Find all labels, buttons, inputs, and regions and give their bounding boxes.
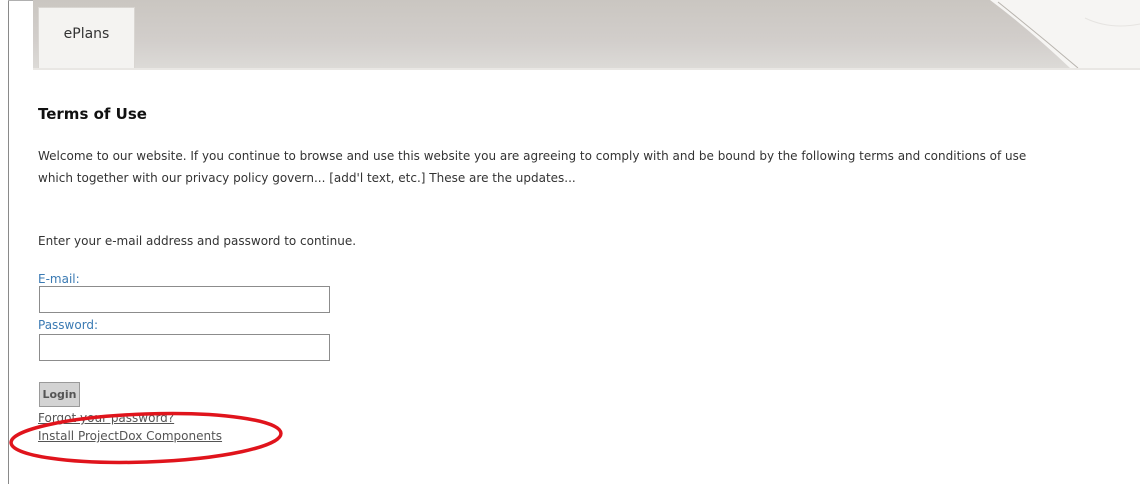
header-bottom-edge	[33, 68, 1140, 70]
login-instructions: Enter your e-mail address and password t…	[38, 234, 357, 248]
terms-intro-text: Welcome to our website. If you continue …	[38, 145, 1138, 189]
page-title: Terms of Use	[38, 105, 147, 123]
install-projectdox-components-link[interactable]: Install ProjectDox Components	[38, 429, 222, 443]
header-banner	[33, 0, 1140, 68]
email-label: E-mail:	[38, 272, 80, 286]
header-swoosh-decoration	[990, 0, 1140, 68]
page-frame-left-border	[8, 0, 9, 484]
login-button[interactable]: Login	[39, 382, 80, 407]
email-field[interactable]	[39, 286, 330, 313]
terms-intro-line-2: which together with our privacy policy g…	[38, 171, 576, 185]
tab-eplans[interactable]: ePlans	[38, 7, 135, 68]
terms-intro-line-1: Welcome to our website. If you continue …	[38, 149, 1027, 163]
password-field[interactable]	[39, 334, 330, 361]
password-label: Password:	[38, 318, 99, 332]
forgot-password-link[interactable]: Forgot your password?	[38, 411, 174, 425]
